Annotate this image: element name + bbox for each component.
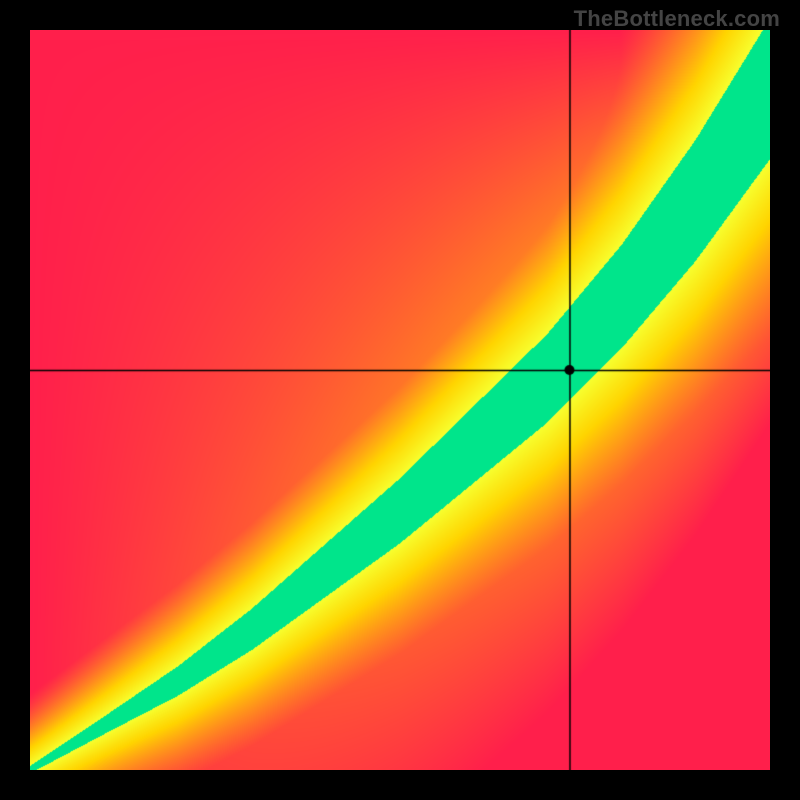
chart-container: TheBottleneck.com	[0, 0, 800, 800]
heatmap-canvas	[30, 30, 770, 770]
attribution-label: TheBottleneck.com	[574, 6, 780, 32]
